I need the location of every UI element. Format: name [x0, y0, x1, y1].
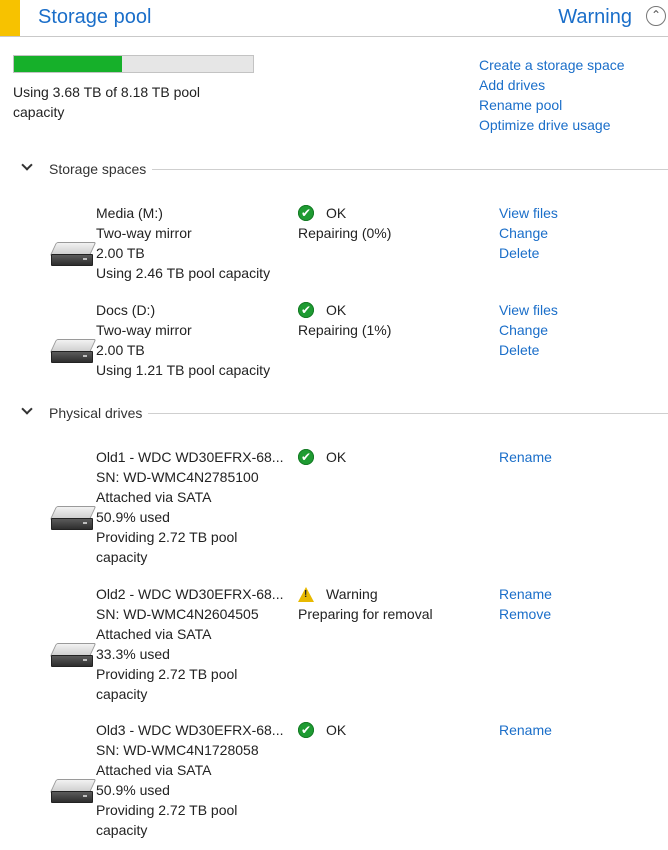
- ok-check-icon: ✔: [298, 205, 314, 221]
- view-files-link[interactable]: View files: [499, 300, 558, 320]
- drive-used: 33.3% used: [96, 646, 170, 662]
- pool-status: Warning: [558, 6, 632, 28]
- ok-check-icon: ✔: [298, 449, 314, 465]
- pool-actions: Create a storage space Add drives Rename…: [479, 55, 625, 135]
- space-size: 2.00 TB: [96, 342, 145, 358]
- drive-serial: SN: WD-WMC4N1728058: [96, 742, 259, 758]
- rename-drive-link[interactable]: Rename: [499, 720, 552, 740]
- drive-attach: Attached via SATA: [96, 762, 212, 778]
- rename-drive-link[interactable]: Rename: [499, 584, 552, 604]
- pool-usage-fill: [14, 56, 122, 72]
- delete-link[interactable]: Delete: [499, 340, 558, 360]
- pool-usage-bar: [13, 55, 254, 73]
- storage-spaces-label: Storage spaces: [49, 161, 147, 177]
- drive-icon: [49, 339, 97, 363]
- physical-drives-header[interactable]: Physical drives: [0, 403, 668, 423]
- section-divider: [152, 169, 668, 170]
- storage-spaces-header[interactable]: Storage spaces: [0, 159, 668, 179]
- section-divider: [148, 413, 668, 414]
- drive-attach: Attached via SATA: [96, 626, 212, 642]
- add-drives-link[interactable]: Add drives: [479, 75, 625, 95]
- page-title: Storage pool: [38, 6, 152, 28]
- space-status-detail: Repairing (1%): [298, 322, 392, 338]
- drive-serial: SN: WD-WMC4N2785100: [96, 469, 259, 485]
- drive-icon: [49, 779, 97, 803]
- drive-providing-cont: capacity: [96, 549, 148, 565]
- space-size: 2.00 TB: [96, 245, 145, 261]
- space-status: OK: [326, 302, 347, 318]
- pool-usage-text: Using 3.68 TB of 8.18 TB pool capacity: [13, 84, 201, 120]
- change-link[interactable]: Change: [499, 320, 558, 340]
- change-link[interactable]: Change: [499, 223, 558, 243]
- delete-link[interactable]: Delete: [499, 243, 558, 263]
- rename-pool-link[interactable]: Rename pool: [479, 95, 625, 115]
- drive-attach: Attached via SATA: [96, 489, 212, 505]
- space-status: OK: [326, 205, 347, 221]
- drive-status-detail: Preparing for removal: [298, 606, 433, 622]
- space-usage: Using 2.46 TB pool capacity: [96, 265, 271, 281]
- rename-drive-link[interactable]: Rename: [499, 447, 552, 467]
- drive-used: 50.9% used: [96, 782, 170, 798]
- ok-check-icon: ✔: [298, 302, 314, 318]
- drive-name: Old3 - WDC WD30EFRX-68...: [96, 722, 284, 738]
- space-name: Media (M:): [96, 205, 163, 221]
- pool-header: Storage pool Warning ⌃: [0, 0, 668, 37]
- physical-drives-label: Physical drives: [49, 405, 143, 421]
- drive-name: Old1 - WDC WD30EFRX-68...: [96, 449, 284, 465]
- ok-check-icon: ✔: [298, 722, 314, 738]
- drive-icon: [49, 643, 97, 667]
- drive-providing: Providing 2.72 TB pool: [96, 529, 238, 545]
- warning-strip: [0, 0, 20, 36]
- drive-serial: SN: WD-WMC4N2604505: [96, 606, 259, 622]
- drive-name: Old2 - WDC WD30EFRX-68...: [96, 586, 284, 602]
- space-name: Docs (D:): [96, 302, 156, 318]
- drive-providing: Providing 2.72 TB pool: [96, 666, 238, 682]
- create-storage-space-link[interactable]: Create a storage space: [479, 55, 625, 75]
- drive-status: Warning: [326, 586, 378, 602]
- warning-triangle-icon: !: [298, 586, 314, 602]
- chevron-down-icon: [21, 159, 33, 171]
- drive-used: 50.9% used: [96, 509, 170, 525]
- chevron-up-icon[interactable]: ⌃: [646, 6, 666, 26]
- space-resiliency: Two-way mirror: [96, 322, 192, 338]
- drive-providing: Providing 2.72 TB pool: [96, 802, 238, 818]
- space-resiliency: Two-way mirror: [96, 225, 192, 241]
- drive-providing-cont: capacity: [96, 822, 148, 838]
- drive-providing-cont: capacity: [96, 686, 148, 702]
- space-usage: Using 1.21 TB pool capacity: [96, 362, 271, 378]
- space-status-detail: Repairing (0%): [298, 225, 392, 241]
- remove-drive-link[interactable]: Remove: [499, 604, 552, 624]
- chevron-down-icon: [21, 403, 33, 415]
- drive-status: OK: [326, 722, 347, 738]
- view-files-link[interactable]: View files: [499, 203, 558, 223]
- drive-icon: [49, 242, 97, 266]
- drive-icon: [49, 506, 97, 530]
- drive-status: OK: [326, 449, 347, 465]
- optimize-drive-usage-link[interactable]: Optimize drive usage: [479, 115, 625, 135]
